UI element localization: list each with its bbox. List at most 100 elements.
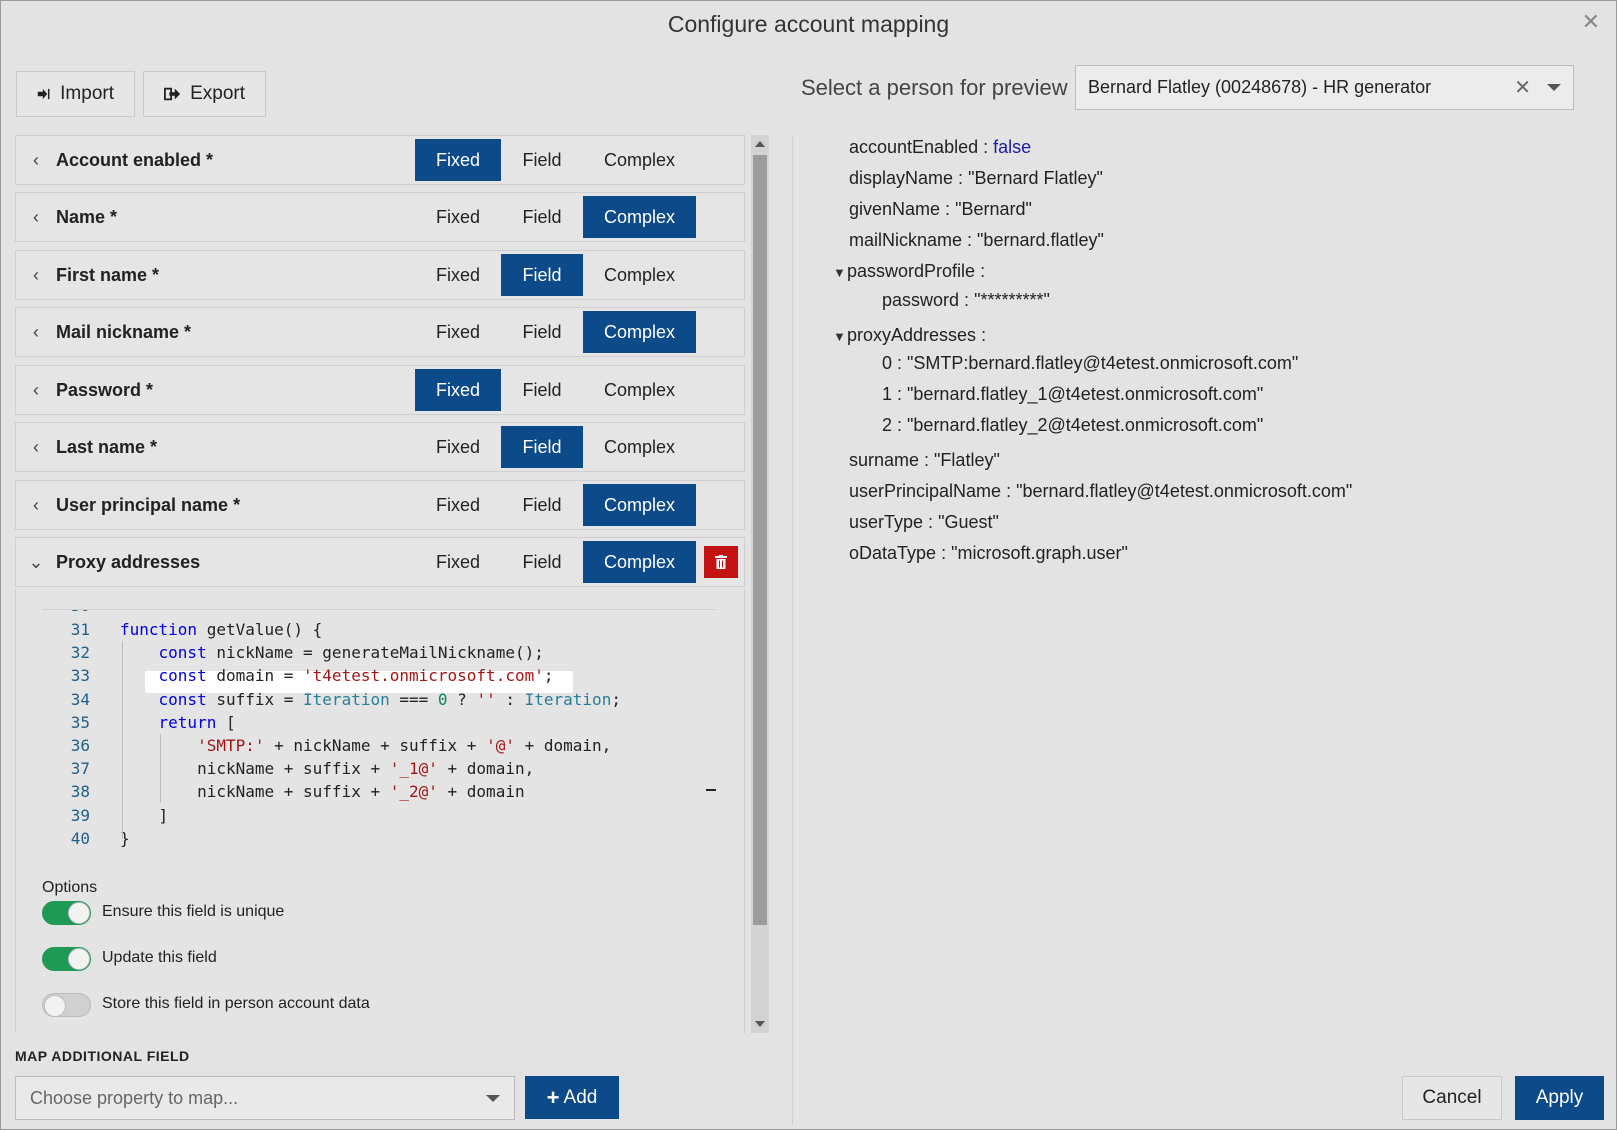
person-preview-select[interactable]: Bernard Flatley (00248678) - HR generato… — [1075, 65, 1574, 110]
mode-option-field[interactable]: Field — [501, 541, 583, 583]
mode-option-complex[interactable]: Complex — [583, 196, 696, 238]
mode-option-fixed[interactable]: Fixed — [415, 541, 501, 583]
property-to-map-select[interactable]: Choose property to map... — [15, 1076, 515, 1120]
mode-option-field[interactable]: Field — [501, 254, 583, 296]
field-row[interactable]: ‹ Account enabled * Fixed Field Complex — [15, 135, 745, 185]
code-line: 40} — [42, 827, 716, 850]
import-button[interactable]: Import — [16, 71, 135, 117]
mode-selector: Fixed Field Complex — [415, 196, 696, 238]
mode-option-fixed[interactable]: Fixed — [415, 484, 501, 526]
mode-selector: Fixed Field Complex — [415, 139, 696, 181]
field-row[interactable]: ⌄ Proxy addresses Fixed Field Complex — [15, 537, 745, 587]
json-proxy-item: 1 : "bernard.flatley_1@t4etest.onmicroso… — [882, 384, 1264, 404]
option-toggle[interactable] — [42, 993, 91, 1017]
scroll-down-icon[interactable] — [755, 1021, 765, 1027]
chevron-down-icon[interactable]: ⌄ — [16, 552, 56, 573]
mode-option-field[interactable]: Field — [501, 369, 583, 411]
close-icon[interactable]: ✕ — [1582, 9, 1600, 35]
code-line: 38 nickName + suffix + '_2@' + domain — [42, 780, 716, 803]
cancel-button[interactable]: Cancel — [1402, 1076, 1502, 1120]
options-title: Options — [42, 879, 98, 896]
mode-option-fixed[interactable]: Fixed — [415, 139, 501, 181]
mode-option-fixed[interactable]: Fixed — [415, 254, 501, 296]
option-toggle[interactable] — [42, 947, 91, 971]
chevron-down-icon[interactable] — [1547, 84, 1561, 91]
field-row[interactable]: ‹ Last name * Fixed Field Complex — [15, 422, 745, 472]
line-number: 36 — [70, 736, 90, 755]
collapse-triangle-icon: ▼ — [833, 265, 846, 280]
mode-option-fixed[interactable]: Fixed — [415, 369, 501, 411]
mode-selector: Fixed Field Complex — [415, 426, 696, 468]
chevron-left-icon[interactable]: ‹ — [16, 150, 56, 171]
chevron-left-icon[interactable]: ‹ — [16, 495, 56, 516]
json-accountEnabled: accountEnabled : false — [849, 137, 1032, 157]
clear-selection-icon[interactable]: ✕ — [1514, 75, 1531, 100]
delete-field-button[interactable] — [704, 546, 738, 578]
mode-selector: Fixed Field Complex — [415, 311, 696, 353]
scrollbar-thumb[interactable] — [753, 155, 767, 925]
field-label: Account enabled * — [56, 149, 214, 170]
mode-option-complex[interactable]: Complex — [583, 541, 696, 583]
field-row[interactable]: ‹ First name * Fixed Field Complex — [15, 250, 745, 300]
mode-option-complex[interactable]: Complex — [583, 369, 696, 411]
mode-option-complex[interactable]: Complex — [583, 484, 696, 526]
dialog-title: Configure account mapping — [667, 11, 950, 37]
json-password: password : "*********" — [882, 290, 1050, 310]
mode-option-complex[interactable]: Complex — [583, 139, 696, 181]
export-label: Export — [190, 83, 245, 104]
add-field-button[interactable]: + Add — [525, 1076, 619, 1119]
option-label: Update this field — [102, 949, 217, 966]
mode-option-fixed[interactable]: Fixed — [415, 311, 501, 353]
mode-option-fixed[interactable]: Fixed — [415, 426, 501, 468]
mode-option-fixed[interactable]: Fixed — [415, 196, 501, 238]
mode-option-complex[interactable]: Complex — [583, 311, 696, 353]
json-mailNickname: mailNickname : "bernard.flatley" — [849, 230, 1104, 250]
export-icon — [164, 87, 181, 101]
mode-option-complex[interactable]: Complex — [583, 426, 696, 468]
field-label: Name * — [56, 206, 118, 227]
export-button[interactable]: Export — [143, 71, 266, 117]
proxy-addresses-editor: 30 31function getValue() {32 const nickN… — [15, 589, 745, 1033]
field-row[interactable]: ‹ Mail nickname * Fixed Field Complex — [15, 307, 745, 357]
mode-option-field[interactable]: Field — [501, 311, 583, 353]
mode-selector: Fixed Field Complex — [415, 369, 696, 411]
field-row[interactable]: ‹ Password * Fixed Field Complex — [15, 365, 745, 415]
code-line: 36 'SMTP:' + nickName + suffix + '@' + d… — [42, 734, 716, 757]
chevron-left-icon[interactable]: ‹ — [16, 437, 56, 458]
field-list-scrollbar[interactable] — [751, 135, 769, 1033]
mode-option-field[interactable]: Field — [501, 426, 583, 468]
chevron-left-icon[interactable]: ‹ — [16, 265, 56, 286]
line-number: 37 — [70, 759, 90, 779]
apply-button[interactable]: Apply — [1515, 1076, 1604, 1120]
chevron-left-icon[interactable]: ‹ — [16, 207, 56, 228]
field-mapping-list: 30 31function getValue() {32 const nickN… — [15, 135, 745, 1033]
field-row[interactable]: ‹ Name * Fixed Field Complex — [15, 192, 745, 242]
code-line: 33 const domain = 't4etest.onmicrosoft.c… — [42, 664, 716, 687]
json-proxyAddresses[interactable]: ▼proxyAddresses : — [833, 325, 986, 346]
chevron-left-icon[interactable]: ‹ — [16, 380, 56, 401]
indent-guide — [122, 641, 123, 839]
json-proxy-item: 2 : "bernard.flatley_2@t4etest.onmicroso… — [882, 415, 1264, 435]
toggle-knob — [68, 948, 90, 970]
mode-selector: Fixed Field Complex — [415, 254, 696, 296]
option-toggle[interactable] — [42, 901, 91, 925]
scroll-up-icon[interactable] — [755, 141, 765, 147]
field-row[interactable]: ‹ User principal name * Fixed Field Complex — [15, 480, 745, 530]
trash-icon — [715, 555, 727, 569]
mode-option-field[interactable]: Field — [501, 139, 583, 181]
option-label: Store this field in person account data — [102, 995, 370, 1012]
field-label: User principal name * — [56, 494, 241, 515]
json-userType: userType : "Guest" — [849, 512, 999, 532]
plus-icon: + — [546, 1084, 560, 1110]
line-number: 40 — [70, 828, 90, 848]
code-editor[interactable]: 30 31function getValue() {32 const nickN… — [42, 609, 716, 861]
field-label: First name * — [56, 264, 160, 285]
chevron-left-icon[interactable]: ‹ — [16, 322, 56, 343]
json-passwordProfile[interactable]: ▼passwordProfile : — [833, 261, 985, 282]
mode-option-complex[interactable]: Complex — [583, 254, 696, 296]
mode-selector: Fixed Field Complex — [415, 484, 696, 526]
mode-option-field[interactable]: Field — [501, 484, 583, 526]
panel-divider — [792, 135, 793, 1125]
configure-account-mapping-dialog: Configure account mapping ✕ Import Expor… — [0, 0, 1617, 1130]
mode-option-field[interactable]: Field — [501, 196, 583, 238]
